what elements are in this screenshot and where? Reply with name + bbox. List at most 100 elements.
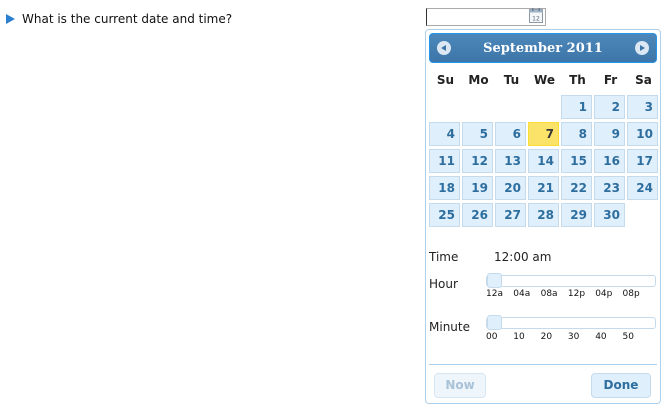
week-row: 18 19 20 21 22 23 24 (429, 175, 660, 202)
day-button[interactable]: 4 (429, 122, 460, 146)
day-button[interactable]: 29 (561, 203, 592, 227)
minute-tick-label: 20 (540, 332, 553, 342)
day-cell: 11 (429, 148, 462, 175)
calendar-grid: Su Mo Tu We Th Fr Sa 1 2 3 4 5 6 7 8 9 10 11 12 13 14… (429, 66, 660, 229)
day-button-today[interactable]: 7 (528, 122, 559, 146)
button-pane-divider (429, 364, 657, 365)
day-cell: 28 (528, 202, 561, 229)
weekday-label: Mo (468, 73, 489, 87)
day-cell: 2 (594, 94, 627, 121)
minute-tick-label: 50 (622, 332, 634, 342)
question-row: What is the current date and time? (6, 12, 232, 26)
day-cell (528, 94, 561, 121)
hour-tick-label: 12a (486, 289, 503, 299)
day-cell: 14 (528, 148, 561, 175)
day-cell: 4 (429, 121, 462, 148)
weekday-row: Su Mo Tu We Th Fr Sa (429, 66, 660, 94)
day-button[interactable]: 26 (462, 203, 493, 227)
day-button[interactable]: 28 (528, 203, 559, 227)
day-button[interactable]: 19 (462, 176, 493, 200)
day-button[interactable]: 18 (429, 176, 460, 200)
weekday-label: Tu (503, 73, 520, 87)
hour-tick-label: 12p (567, 289, 586, 299)
day-cell (429, 94, 462, 121)
month-title: September 2011 (483, 41, 603, 56)
day-button[interactable]: 1 (561, 95, 592, 119)
day-cell: 18 (429, 175, 462, 202)
minute-tick-label: 10 (513, 332, 525, 342)
calendar-days: 1 2 3 4 5 6 7 8 9 10 11 12 13 14 15 16 17 18 19 20 21 22 23 24 2… (429, 94, 660, 229)
day-cell: 20 (495, 175, 528, 202)
question-text: What is the current date and time? (22, 12, 233, 26)
calendar-icon[interactable]: 12 (529, 8, 543, 23)
time-label: Time (429, 250, 459, 264)
day-button[interactable]: 8 (561, 122, 592, 146)
minute-slider[interactable] (486, 315, 656, 330)
day-button[interactable]: 2 (594, 95, 625, 119)
day-cell: 25 (429, 202, 462, 229)
day-cell: 26 (462, 202, 495, 229)
hour-tick-label: 04a (513, 289, 531, 299)
hour-label: Hour (429, 277, 458, 291)
time-value: 12:00 am (494, 250, 552, 264)
day-cell: 12 (462, 148, 495, 175)
svg-text:12: 12 (532, 16, 540, 23)
day-cell: 13 (495, 148, 528, 175)
day-cell (462, 94, 495, 121)
week-row: 25 26 27 28 29 30 (429, 202, 660, 229)
day-cell: 8 (561, 121, 594, 148)
day-button[interactable]: 5 (462, 122, 493, 146)
done-button[interactable]: Done (591, 373, 651, 398)
day-button[interactable]: 24 (627, 176, 658, 200)
day-cell: 23 (594, 175, 627, 202)
now-button[interactable]: Now (434, 373, 486, 398)
day-button[interactable]: 22 (561, 176, 592, 200)
day-cell: 10 (627, 121, 660, 148)
day-button[interactable]: 23 (594, 176, 625, 200)
day-cell: 15 (561, 148, 594, 175)
day-cell: 29 (561, 202, 594, 229)
week-row: 11 12 13 14 15 16 17 (429, 148, 660, 175)
day-button[interactable]: 21 (528, 176, 559, 200)
day-button[interactable]: 30 (594, 203, 625, 227)
day-button[interactable]: 15 (561, 149, 592, 173)
day-button[interactable]: 14 (528, 149, 559, 173)
day-cell: 30 (594, 202, 627, 229)
day-button[interactable]: 10 (627, 122, 658, 146)
minute-slider-handle[interactable] (487, 315, 502, 330)
day-cell (495, 94, 528, 121)
week-row: 4 5 6 7 8 9 10 (429, 121, 660, 148)
next-month-icon[interactable] (635, 41, 649, 55)
play-arrow-icon (6, 14, 15, 24)
day-button[interactable]: 13 (495, 149, 526, 173)
day-button[interactable]: 12 (462, 149, 493, 173)
day-cell (627, 202, 660, 229)
minute-tick-label: 00 (486, 332, 498, 342)
day-cell: 3 (627, 94, 660, 121)
day-cell: 27 (495, 202, 528, 229)
day-button[interactable]: 25 (429, 203, 460, 227)
day-button[interactable]: 11 (429, 149, 460, 173)
weekday-label: Th (569, 73, 586, 87)
day-cell: 5 (462, 121, 495, 148)
day-button[interactable]: 16 (594, 149, 625, 173)
datetime-picker: September 2011 Su Mo Tu We Th Fr Sa 1234… (425, 29, 661, 404)
day-button[interactable]: 9 (594, 122, 625, 146)
day-button[interactable]: 6 (495, 122, 526, 146)
weekday-label: We (534, 73, 555, 87)
date-time-input[interactable] (426, 8, 546, 26)
day-cell: 1 (561, 94, 594, 121)
minute-tick-label: 30 (567, 332, 580, 342)
hour-ticks: 12a 04a 08a 12p 04p 08p (486, 289, 656, 301)
day-button[interactable]: 20 (495, 176, 526, 200)
hour-slider-handle[interactable] (487, 273, 502, 288)
minute-tick-label: 40 (595, 332, 607, 342)
day-cell: 19 (462, 175, 495, 202)
day-button[interactable]: 3 (627, 95, 658, 119)
hour-slider[interactable] (486, 273, 656, 288)
day-button[interactable]: 17 (627, 149, 658, 173)
minute-ticks: 00 10 20 30 40 50 (486, 332, 656, 344)
day-button[interactable]: 27 (495, 203, 526, 227)
day-cell: 9 (594, 121, 627, 148)
weekday-label: Su (436, 73, 455, 87)
